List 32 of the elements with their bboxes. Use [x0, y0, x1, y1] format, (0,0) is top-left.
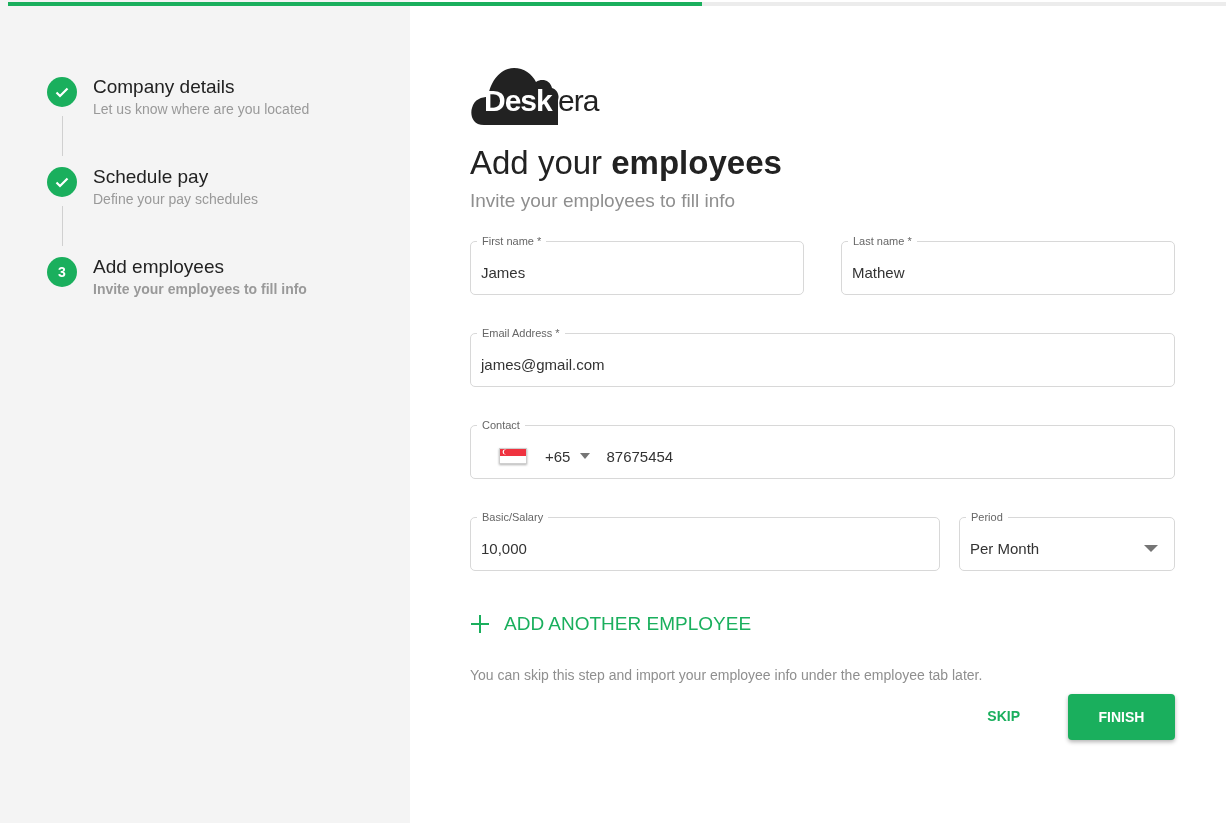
logo-text: Desk	[484, 84, 552, 118]
select-value: Per Month	[970, 539, 1041, 557]
cloud-logo-icon	[470, 66, 560, 126]
dropdown-caret-icon	[580, 453, 591, 459]
field-label: First name *	[477, 235, 547, 247]
step-subtitle: Invite your employees to fill info	[93, 281, 307, 297]
field-value: James	[481, 263, 526, 281]
dial-code: +65	[545, 447, 571, 465]
page-subheading: Invite your employees to fill info	[470, 190, 737, 212]
step-subtitle: Let us know where are you located	[93, 101, 310, 117]
field-value: 87675454	[606, 447, 674, 465]
check-icon	[55, 86, 69, 98]
step-title: Add employees	[93, 256, 225, 278]
field-value: james@gmail.com	[481, 355, 605, 373]
step-subtitle: Define your pay schedules	[93, 191, 258, 207]
skip-note: You can skip this step and import your employee info under the employee tab later.	[470, 667, 984, 683]
step-title: Schedule pay	[93, 166, 210, 188]
field-label: Last name *	[848, 235, 917, 247]
field-value: Mathew	[852, 263, 905, 281]
check-icon	[55, 176, 69, 188]
field-value: 10,000	[481, 539, 527, 557]
plus-icon	[470, 614, 490, 634]
logo-text: era	[558, 84, 599, 118]
field-label: Email Address *	[477, 327, 565, 339]
field-label: Contact	[477, 419, 525, 431]
flag-icon	[499, 448, 527, 464]
field-label: Period	[966, 511, 1008, 523]
page-heading: Add your employees	[470, 144, 783, 182]
dropdown-caret-icon	[1144, 544, 1158, 552]
field-label: Basic/Salary	[477, 511, 549, 523]
step-title: Company details	[93, 76, 236, 98]
step-number-badge: 3	[47, 257, 77, 287]
